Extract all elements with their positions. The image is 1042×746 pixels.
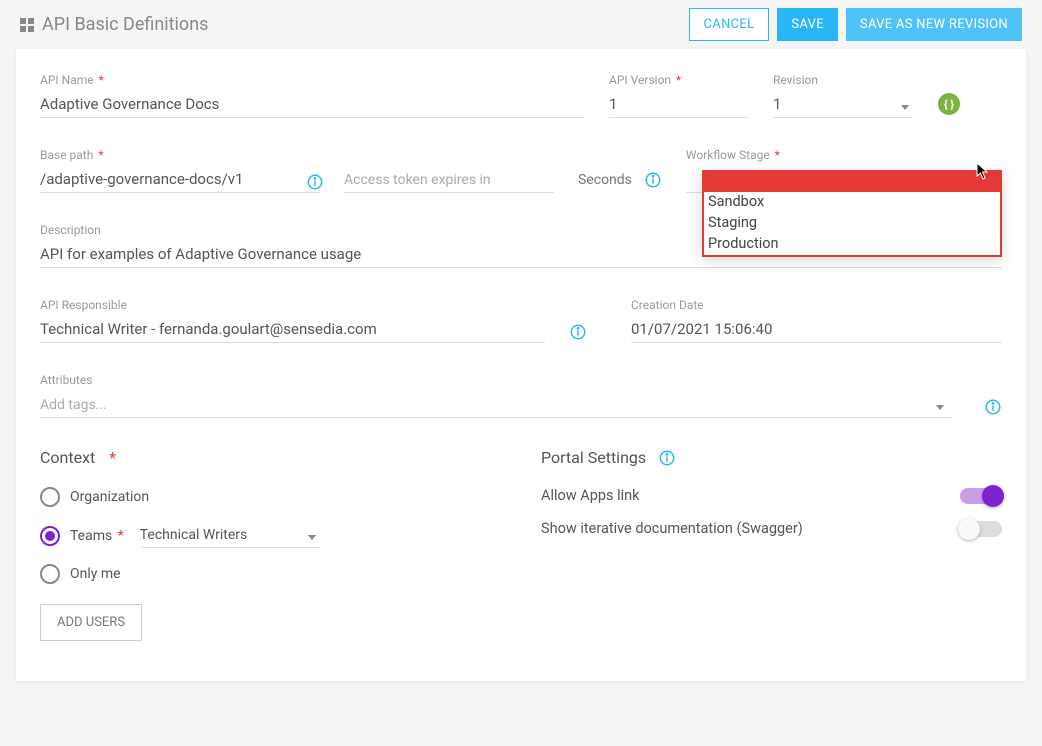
info-icon[interactable] xyxy=(644,171,662,189)
show-swagger-toggle[interactable] xyxy=(960,521,1002,537)
allow-apps-label: Allow Apps link xyxy=(541,487,640,504)
save-button[interactable]: SAVE xyxy=(777,8,838,41)
revision-label: Revision xyxy=(773,73,913,87)
base-path-input[interactable] xyxy=(40,166,320,193)
attributes-input[interactable] xyxy=(40,391,952,418)
radio-organization-label: Organization xyxy=(70,489,149,505)
creation-date-input xyxy=(631,316,1002,343)
radio-only-me[interactable] xyxy=(40,564,60,584)
radio-teams-label: Teams * xyxy=(70,528,124,544)
seconds-label: Seconds xyxy=(578,172,632,188)
allow-apps-toggle[interactable] xyxy=(960,488,1002,504)
caret-down-icon xyxy=(308,535,316,540)
grid-icon xyxy=(20,18,34,32)
teams-select[interactable]: Technical Writers xyxy=(140,523,320,548)
api-responsible-label: API Responsible xyxy=(40,298,545,312)
info-icon[interactable] xyxy=(306,173,324,191)
workflow-stage-dropdown: Sandbox Staging Production xyxy=(702,170,1002,257)
info-icon[interactable] xyxy=(984,398,1002,416)
save-as-revision-button[interactable]: SAVE AS NEW REVISION xyxy=(846,8,1022,41)
portal-settings-title: Portal Settings xyxy=(541,448,1002,467)
workflow-stage-label: Workflow Stage * xyxy=(686,148,1002,162)
access-token-input[interactable] xyxy=(344,166,554,193)
info-icon[interactable] xyxy=(658,449,676,467)
show-swagger-label: Show iterative documentation (Swagger) xyxy=(541,520,803,537)
api-version-input[interactable] xyxy=(609,91,749,118)
workflow-stage-option[interactable]: Sandbox xyxy=(704,192,1000,213)
workflow-stage-option[interactable]: Staging xyxy=(704,213,1000,234)
context-title: Context* xyxy=(40,448,501,467)
info-icon[interactable] xyxy=(569,323,587,341)
workflow-stage-option-selected[interactable] xyxy=(704,170,1000,192)
cancel-button[interactable]: CANCEL xyxy=(689,8,770,41)
creation-date-label: Creation Date xyxy=(631,298,1002,312)
json-badge-icon[interactable]: { } xyxy=(937,92,961,116)
api-name-label: API Name * xyxy=(40,73,585,87)
svg-text:{ }: { } xyxy=(944,98,954,111)
api-version-label: API Version * xyxy=(609,73,749,87)
base-path-label: Base path * xyxy=(40,148,320,162)
radio-teams[interactable] xyxy=(40,526,60,546)
add-users-button[interactable]: ADD USERS xyxy=(40,604,142,641)
workflow-stage-option[interactable]: Production xyxy=(704,234,1000,255)
radio-only-me-label: Only me xyxy=(70,566,121,582)
caret-down-icon xyxy=(936,405,944,410)
api-name-input[interactable] xyxy=(40,91,585,118)
revision-select[interactable]: 1 xyxy=(773,91,913,118)
radio-organization[interactable] xyxy=(40,487,60,507)
caret-down-icon xyxy=(901,105,909,110)
api-responsible-input[interactable] xyxy=(40,316,545,343)
attributes-label: Attributes xyxy=(40,373,952,387)
page-title: API Basic Definitions xyxy=(42,14,208,35)
